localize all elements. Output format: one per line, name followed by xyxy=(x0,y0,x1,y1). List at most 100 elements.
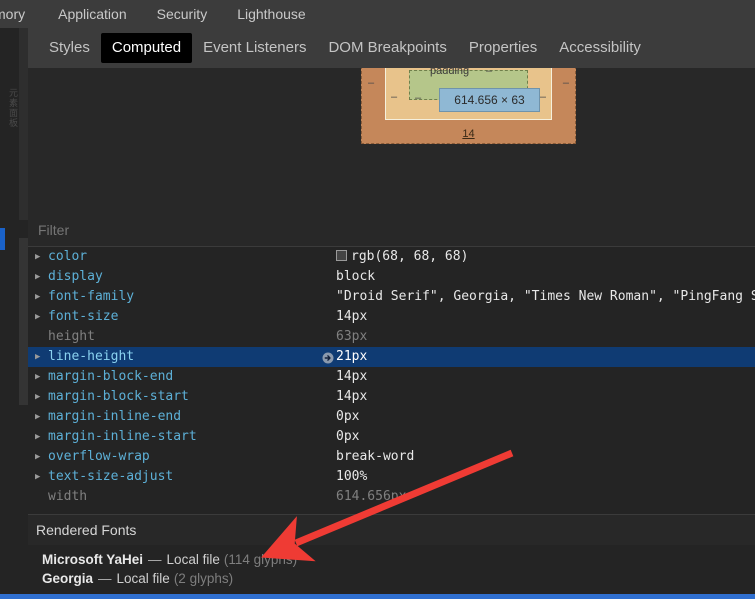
property-name: width xyxy=(48,489,88,504)
box-model-pane: – – 14 – – – padding – – – – 614.656 × 6… xyxy=(28,68,755,215)
tab-computed[interactable]: Computed xyxy=(100,33,193,63)
left-rail: 元素面板 xyxy=(0,28,29,599)
expand-triangle-icon[interactable]: ▶ xyxy=(35,407,45,427)
filter-input[interactable] xyxy=(36,221,440,239)
rendered-font-origin: Local file xyxy=(166,552,220,567)
expand-triangle-icon[interactable]: ▶ xyxy=(35,287,45,307)
rendered-font-item: Georgia — Local file (2 glyphs) xyxy=(42,569,755,588)
property-name: font-family xyxy=(48,289,135,304)
menu-item-application[interactable]: Application xyxy=(58,0,127,28)
tab-styles[interactable]: Styles xyxy=(38,33,101,63)
bottom-left-filler xyxy=(0,544,28,594)
property-row-line-height[interactable]: ▶ line-height 21px xyxy=(28,347,755,367)
property-row-height[interactable]: height 63px xyxy=(28,327,755,347)
property-name: text-size-adjust xyxy=(48,469,174,484)
property-row-color[interactable]: ▶ color rgb(68, 68, 68) xyxy=(28,247,755,267)
panel-menu-bar: mory Application Security Lighthouse xyxy=(0,0,755,29)
property-value: block xyxy=(336,269,376,284)
devtools-panel: mory Application Security Lighthouse 元素面… xyxy=(0,0,755,599)
rendered-font-name: Microsoft YaHei xyxy=(42,552,144,567)
bottom-accent-bar xyxy=(0,594,755,599)
property-row-font-size[interactable]: ▶ font-size 14px xyxy=(28,307,755,327)
property-name: margin-inline-end xyxy=(48,409,182,424)
property-name: font-size xyxy=(48,309,119,324)
menu-item-security[interactable]: Security xyxy=(157,0,208,28)
property-value: 100% xyxy=(336,469,368,484)
margin-left-value[interactable]: – xyxy=(368,77,374,89)
property-value-text: rgb(68, 68, 68) xyxy=(351,249,469,264)
left-rail-scrollbar-lower[interactable] xyxy=(19,238,28,405)
property-name: margin-inline-start xyxy=(48,429,197,444)
rendered-fonts-title: Rendered Fonts xyxy=(36,522,137,538)
property-name: height xyxy=(48,329,95,344)
property-value: rgb(68, 68, 68) xyxy=(336,247,468,267)
property-row-width[interactable]: width 614.656px xyxy=(28,487,755,507)
goto-source-icon[interactable] xyxy=(322,351,334,364)
tab-accessibility[interactable]: Accessibility xyxy=(548,33,652,63)
property-row-margin-inline-end[interactable]: ▶ margin-inline-end 0px xyxy=(28,407,755,427)
margin-bottom-value[interactable]: 14 xyxy=(362,128,575,140)
rendered-font-name: Georgia xyxy=(42,571,94,586)
padding-top-value[interactable]: – xyxy=(486,68,492,77)
property-name: margin-block-start xyxy=(48,389,189,404)
tab-properties[interactable]: Properties xyxy=(458,33,548,63)
box-model-padding[interactable]: padding – – – – 614.656 × 63 xyxy=(409,68,540,112)
color-swatch-icon[interactable] xyxy=(336,250,347,261)
rendered-font-origin: Local file xyxy=(116,571,170,586)
menu-item-memory[interactable]: mory xyxy=(0,0,25,28)
property-row-margin-block-start[interactable]: ▶ margin-block-start 14px xyxy=(28,387,755,407)
property-value: break-word xyxy=(336,449,415,464)
rendered-font-glyph-count: (2 glyphs) xyxy=(173,571,234,586)
left-rail-vertical-label: 元素面板 xyxy=(8,88,18,128)
box-model-border[interactable]: – – – padding – – – – 614.656 × 63 xyxy=(385,68,552,120)
property-value: 0px xyxy=(336,429,360,444)
padding-label: padding xyxy=(430,68,470,77)
expand-triangle-icon[interactable]: ▶ xyxy=(35,427,45,447)
expand-triangle-icon[interactable]: ▶ xyxy=(35,267,45,287)
rendered-font-dash: — xyxy=(98,571,112,586)
tab-dom-breakpoints[interactable]: DOM Breakpoints xyxy=(317,33,457,63)
expand-triangle-icon[interactable]: ▶ xyxy=(35,387,45,407)
tab-event-listeners[interactable]: Event Listeners xyxy=(192,33,317,63)
property-value: 0px xyxy=(336,409,360,424)
property-row-overflow-wrap[interactable]: ▶ overflow-wrap break-word xyxy=(28,447,755,467)
property-row-font-family[interactable]: ▶ font-family "Droid Serif", Georgia, "T… xyxy=(28,287,755,307)
box-model-content[interactable]: 614.656 × 63 xyxy=(439,88,540,112)
property-row-display[interactable]: ▶ display block xyxy=(28,267,755,287)
rendered-font-glyph-count: (114 glyphs) xyxy=(223,552,298,567)
rendered-fonts-header[interactable]: Rendered Fonts xyxy=(28,514,755,546)
property-value: 14px xyxy=(336,369,368,384)
menu-item-lighthouse[interactable]: Lighthouse xyxy=(237,0,306,28)
property-value: 14px xyxy=(336,389,368,404)
property-value: 614.656px xyxy=(336,489,407,504)
left-rail-active-indicator xyxy=(0,228,5,250)
computed-properties-list[interactable]: ▶ color rgb(68, 68, 68) ▶ display block … xyxy=(28,247,755,514)
property-name: display xyxy=(48,269,103,284)
margin-right-value[interactable]: – xyxy=(563,77,569,89)
expand-triangle-icon[interactable]: ▶ xyxy=(35,347,45,367)
expand-triangle-icon[interactable]: ▶ xyxy=(35,367,45,387)
expand-triangle-icon[interactable]: ▶ xyxy=(35,307,45,327)
property-name: line-height xyxy=(48,349,135,364)
expand-triangle-icon[interactable]: ▶ xyxy=(35,467,45,487)
property-row-margin-inline-start[interactable]: ▶ margin-inline-start 0px xyxy=(28,427,755,447)
rendered-font-item: Microsoft YaHei — Local file (114 glyphs) xyxy=(42,550,755,569)
property-value: 63px xyxy=(336,329,368,344)
computed-filter-bar xyxy=(28,214,755,247)
property-row-margin-block-end[interactable]: ▶ margin-block-end 14px xyxy=(28,367,755,387)
sidebar-tab-bar: Styles Computed Event Listeners DOM Brea… xyxy=(28,28,755,68)
property-name: margin-block-end xyxy=(48,369,174,384)
border-left-value[interactable]: – xyxy=(391,91,397,103)
expand-triangle-icon[interactable]: ▶ xyxy=(35,247,45,267)
property-value: "Droid Serif", Georgia, "Times New Roman… xyxy=(336,289,755,304)
property-value: 14px xyxy=(336,309,368,324)
border-right-value[interactable]: – xyxy=(540,91,546,103)
box-model-margin[interactable]: – – 14 – – – padding – – – – 614.656 × 6… xyxy=(361,68,576,144)
property-name: color xyxy=(48,249,88,264)
rendered-fonts-body: Microsoft YaHei — Local file (114 glyphs) G… xyxy=(28,545,755,594)
property-row-text-size-adjust[interactable]: ▶ text-size-adjust 100% xyxy=(28,467,755,487)
rendered-font-dash: — xyxy=(148,552,162,567)
expand-triangle-icon[interactable]: ▶ xyxy=(35,447,45,467)
property-name: overflow-wrap xyxy=(48,449,150,464)
property-value: 21px xyxy=(336,349,368,364)
